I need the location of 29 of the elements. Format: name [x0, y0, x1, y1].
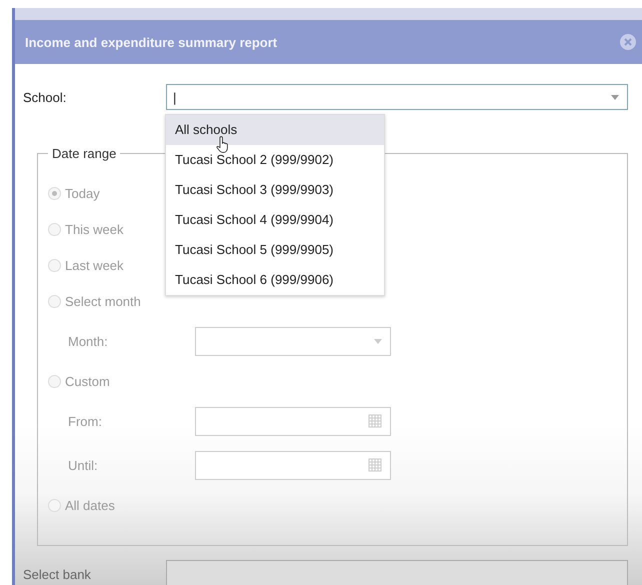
date-label: Until:: [68, 458, 99, 472]
dropdown-option[interactable]: Tucasi School 5 (999/9905): [166, 235, 384, 265]
radio-label: Custom: [65, 374, 110, 388]
dialog-title: Income and expenditure summary report: [25, 34, 278, 50]
school-label: School:: [23, 90, 68, 104]
date-range-legend: Date range: [48, 146, 120, 161]
dropdown-option[interactable]: Tucasi School 3 (999/9903): [166, 175, 384, 205]
radio-label: This week: [65, 222, 124, 236]
dropdown-option[interactable]: All schools: [166, 115, 384, 145]
bank-label: Select bank: [23, 566, 92, 582]
caret-icon[interactable]: [611, 94, 619, 100]
date-label: From:: [68, 414, 103, 428]
calendar-icon[interactable]: [368, 458, 382, 472]
radio-label: Last week: [65, 258, 124, 272]
calendar-icon[interactable]: [368, 414, 382, 428]
radio-label: Today: [65, 186, 100, 200]
month-label: Month:: [68, 334, 109, 348]
dropdown-option[interactable]: Tucasi School 4 (999/9904): [166, 205, 384, 235]
date-input[interactable]: [195, 406, 391, 436]
dropdown-option[interactable]: Tucasi School 2 (999/9902): [166, 145, 384, 175]
month-select[interactable]: [195, 326, 391, 356]
caret-icon[interactable]: [374, 338, 382, 344]
date-input[interactable]: [195, 450, 391, 480]
radio-label: Select month: [65, 294, 141, 308]
bank-select[interactable]: [166, 560, 628, 585]
close-icon[interactable]: [620, 34, 636, 50]
radio-label: All dates: [65, 498, 115, 512]
school-combobox[interactable]: |: [166, 84, 628, 110]
dropdown-option[interactable]: Tucasi School 6 (999/9906): [166, 265, 384, 295]
